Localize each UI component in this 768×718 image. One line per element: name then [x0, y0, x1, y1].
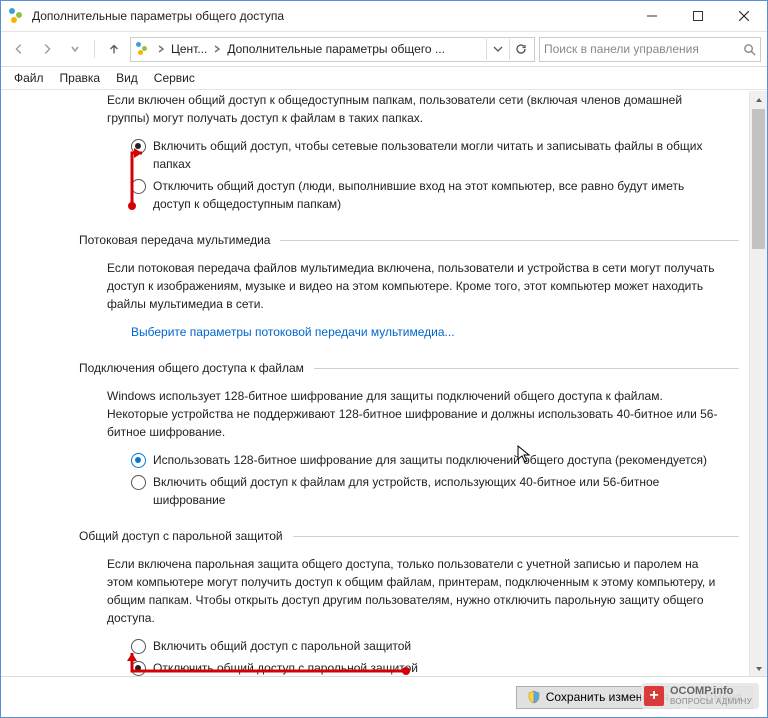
window: Дополнительные параметры общего доступа …	[0, 0, 768, 718]
menu-bar: Файл Правка Вид Сервис	[1, 67, 767, 90]
radio-public-sharing-on[interactable]: Включить общий доступ, чтобы сетевые пол…	[131, 137, 723, 173]
media-streaming-description: Если потоковая передача файлов мультимед…	[31, 259, 739, 313]
radio-icon	[131, 139, 146, 154]
radio-label: Использовать 128-битное шифрование для з…	[153, 451, 707, 469]
divider	[280, 240, 739, 241]
radio-password-on[interactable]: Включить общий доступ с парольной защито…	[131, 637, 723, 655]
menu-view[interactable]: Вид	[109, 69, 145, 87]
watermark-title: OCOMP.info	[670, 686, 752, 698]
section-title-password-protected: Общий доступ с парольной защитой	[79, 529, 283, 543]
radio-label: Отключить общий доступ с парольной защит…	[153, 659, 418, 677]
shield-icon	[527, 690, 541, 704]
nav-forward-button[interactable]	[35, 37, 59, 61]
maximize-button[interactable]	[675, 1, 721, 31]
control-panel-icon	[135, 41, 151, 57]
minimize-button[interactable]	[629, 1, 675, 31]
radio-public-sharing-off[interactable]: Отключить общий доступ (люди, выполнивши…	[131, 177, 723, 213]
radio-encryption-128[interactable]: Использовать 128-битное шифрование для з…	[131, 451, 723, 469]
password-protected-description: Если включена парольная защита общего до…	[31, 555, 739, 627]
scroll-down-button[interactable]	[750, 660, 767, 677]
close-button[interactable]	[721, 1, 767, 31]
scroll-up-button[interactable]	[750, 91, 767, 108]
search-input[interactable]: Поиск в панели управления	[539, 37, 761, 62]
content-pane: Если включен общий доступ к общедоступны…	[1, 91, 749, 677]
breadcrumb-item[interactable]: Цент...	[169, 42, 209, 56]
menu-tools[interactable]: Сервис	[147, 69, 202, 87]
radio-label: Включить общий доступ с парольной защито…	[153, 637, 411, 655]
window-title: Дополнительные параметры общего доступа	[32, 9, 629, 23]
plus-icon: +	[644, 686, 664, 706]
radio-label: Отключить общий доступ (люди, выполнивши…	[153, 177, 723, 213]
radio-password-off[interactable]: Отключить общий доступ с парольной защит…	[131, 659, 723, 677]
menu-file[interactable]: Файл	[7, 69, 51, 87]
radio-encryption-40-56[interactable]: Включить общий доступ к файлам для устро…	[131, 473, 723, 509]
radio-icon	[131, 661, 146, 676]
radio-label: Включить общий доступ к файлам для устро…	[153, 473, 723, 509]
titlebar: Дополнительные параметры общего доступа	[1, 1, 767, 32]
app-icon	[9, 8, 25, 24]
scrollbar-thumb[interactable]	[752, 109, 765, 249]
search-icon	[743, 43, 756, 56]
nav-up-button[interactable]	[102, 37, 126, 61]
encryption-description: Windows использует 128-битное шифрование…	[31, 387, 739, 441]
refresh-button[interactable]	[509, 39, 532, 60]
radio-icon	[131, 179, 146, 194]
nav-recent-button[interactable]	[63, 37, 87, 61]
divider	[314, 368, 739, 369]
media-streaming-options-link[interactable]: Выберите параметры потоковой передачи му…	[131, 325, 455, 339]
navigation-toolbar: Цент... Дополнительные параметры общего …	[1, 32, 767, 67]
section-title-media-streaming: Потоковая передача мультимедиа	[79, 233, 270, 247]
radio-icon	[131, 453, 146, 468]
radio-icon	[131, 639, 146, 654]
menu-edit[interactable]: Правка	[53, 69, 108, 87]
breadcrumb-item[interactable]: Дополнительные параметры общего ...	[225, 42, 447, 56]
address-bar[interactable]: Цент... Дополнительные параметры общего …	[130, 37, 535, 62]
section-title-file-connections: Подключения общего доступа к файлам	[79, 361, 304, 375]
public-folder-description: Если включен общий доступ к общедоступны…	[31, 91, 739, 127]
divider	[293, 536, 739, 537]
nav-back-button[interactable]	[7, 37, 31, 61]
vertical-scrollbar[interactable]	[749, 91, 767, 677]
radio-label: Включить общий доступ, чтобы сетевые пол…	[153, 137, 723, 173]
watermark: + OCOMP.info ВОПРОСЫ АДМИНУ	[641, 683, 759, 709]
chevron-right-icon	[155, 45, 167, 53]
address-dropdown-button[interactable]	[486, 39, 509, 60]
search-placeholder: Поиск в панели управления	[544, 42, 739, 56]
chevron-right-icon	[211, 45, 223, 53]
radio-icon	[131, 475, 146, 490]
watermark-subtitle: ВОПРОСЫ АДМИНУ	[670, 698, 752, 706]
